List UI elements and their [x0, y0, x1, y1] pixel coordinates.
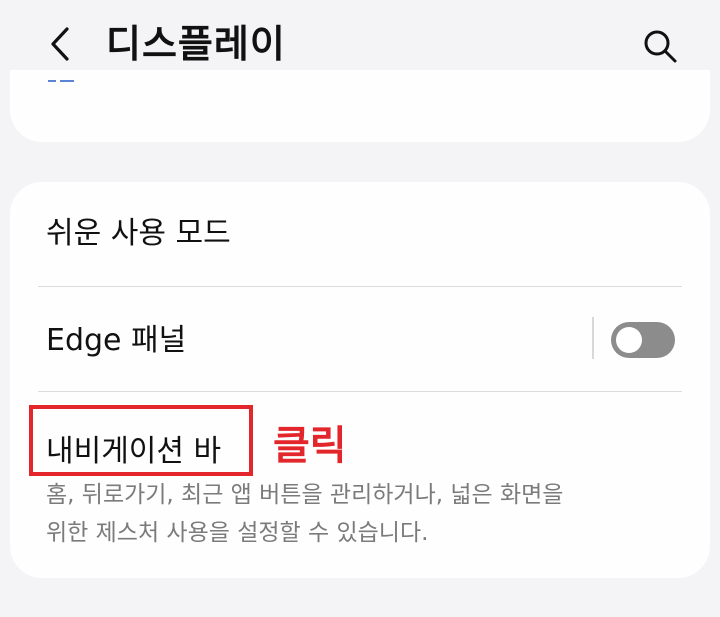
- navigation-bar-description: 홈, 뒤로가기, 최근 앱 버튼을 관리하거나, 넓은 화면을 위한 제스처 사…: [46, 476, 666, 552]
- page-title: 디스플레이: [106, 22, 286, 66]
- edge-panels-row[interactable]: Edge 패널: [10, 287, 710, 391]
- toggle-knob: [616, 327, 642, 353]
- search-icon: [644, 30, 677, 63]
- highlight-box: [29, 405, 253, 476]
- easy-mode-row[interactable]: 쉬운 사용 모드: [10, 182, 710, 286]
- toggle-separator: [592, 317, 594, 359]
- edge-panels-toggle[interactable]: [611, 322, 675, 358]
- description-line: 홈, 뒤로가기, 최근 앱 버튼을 관리하거나, 넓은 화면을: [46, 482, 564, 508]
- easy-mode-label: 쉬운 사용 모드: [46, 216, 231, 251]
- click-annotation: 클릭: [273, 423, 347, 469]
- chevron-left-icon: [51, 27, 69, 61]
- edge-panels-label: Edge 패널: [46, 323, 187, 358]
- previous-settings-card: [10, 70, 710, 142]
- settings-card: 쉬운 사용 모드 Edge 패널 내비게이션 바 클릭 홈, 뒤로가기, 최근 …: [10, 182, 710, 578]
- description-line: 위한 제스처 사용을 설정할 수 있습니다.: [46, 520, 429, 546]
- back-button[interactable]: [40, 22, 80, 66]
- search-button[interactable]: [638, 24, 682, 68]
- scrolled-out-text-fragment: [46, 78, 86, 86]
